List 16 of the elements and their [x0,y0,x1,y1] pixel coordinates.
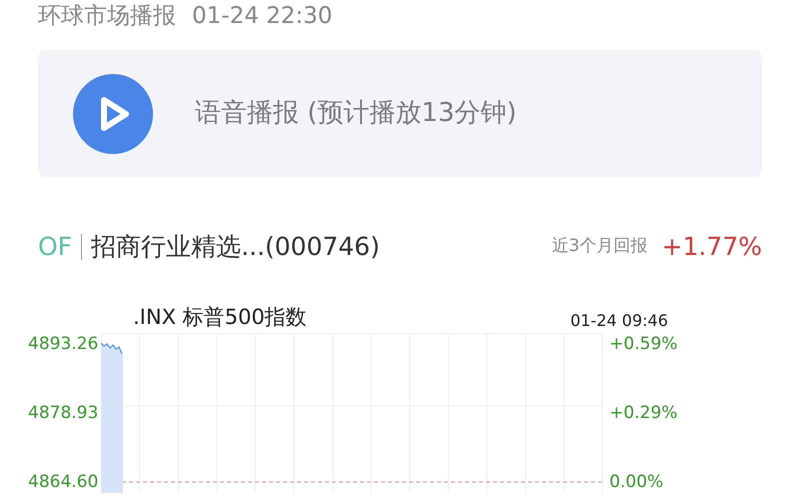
return-value: +1.77% [662,231,762,264]
axis-label: 4893.26 [28,333,98,355]
chart-time: 01-24 09:46 [570,310,668,332]
axis-label: 4864.60 [28,471,98,493]
header-time: 01-24 22:30 [192,2,332,31]
header-title: 环球市场播报 [38,2,176,31]
axis-label: +0.59% [609,333,678,355]
play-button[interactable] [73,74,153,154]
axis-label: 0.00% [609,471,664,493]
axis-label: +0.29% [609,402,678,424]
audio-label: 语音播报 (预计播放13分钟) [195,97,517,130]
fund-tag: OF [38,228,72,266]
chart-title: .INX 标普500指数 [133,304,307,330]
fund-name: 招商行业精选...(000746) [91,231,380,264]
axis-label: 4878.93 [28,402,98,424]
return-label: 近3个月回报 [552,235,648,258]
